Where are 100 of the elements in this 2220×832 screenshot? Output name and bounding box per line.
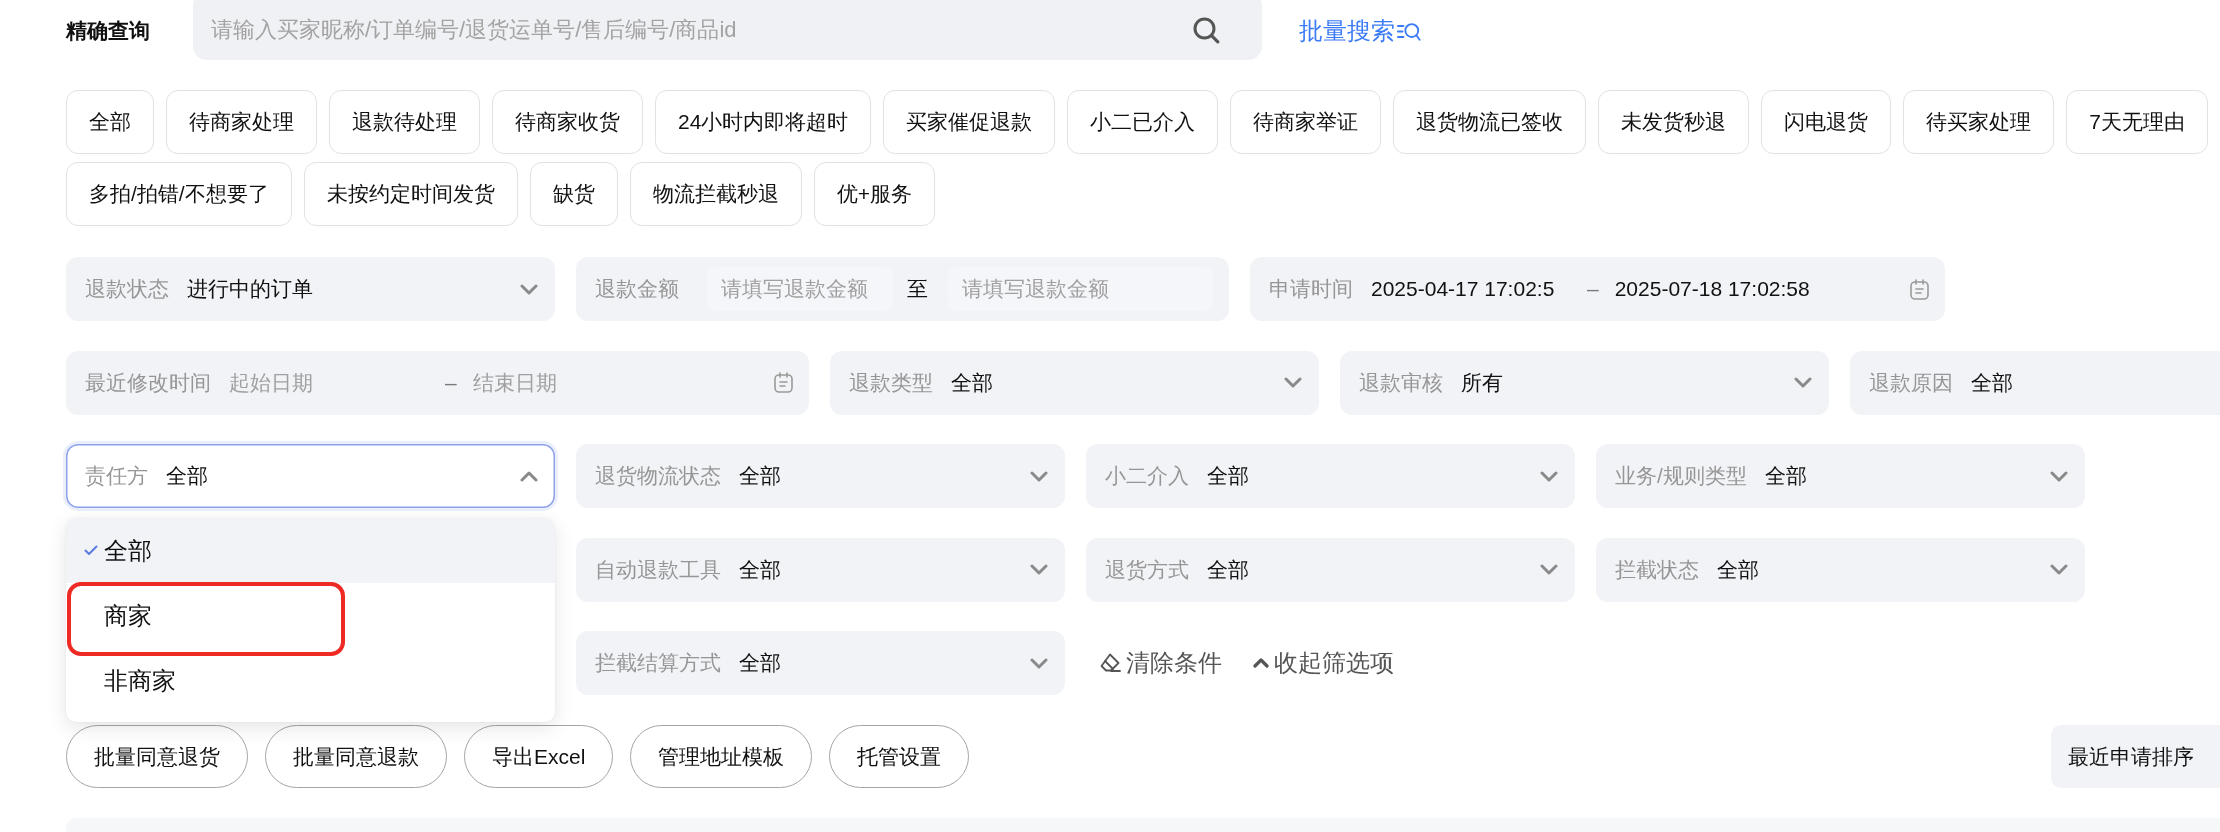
field-label: 小二介入 [1105,463,1189,489]
filter-tag[interactable]: 物流拦截秒退 [629,162,802,226]
field-label: 退款类型 [849,369,933,396]
filter-tag[interactable]: 多拍/拍错/不想要了 [66,162,292,226]
field-label: 拦截状态 [1615,556,1699,583]
field-label: 退款原因 [1869,369,1953,396]
sort-button[interactable]: 最近申请排序 [2051,725,2220,788]
filter-select[interactable]: 退货物流状态 全部 [576,444,1065,508]
select-value: 全部 [739,650,781,676]
chevron-down-icon [1030,564,1048,575]
field-label: 退款状态 [85,276,169,302]
chevron-up-icon [1253,658,1269,668]
filter-tag[interactable]: 待买家处理 [1903,90,2055,154]
collapse-filters-link[interactable]: 收起筛选项 [1253,647,1394,679]
date-input[interactable]: 2025-04-17 17:02:5 [1371,267,1571,311]
filter-tag[interactable]: 缺货 [529,162,618,226]
chevron-down-icon [1540,564,1558,575]
filter-select[interactable]: 拦截状态 全部 [1596,537,2085,602]
select-value: 全部 [739,556,781,583]
select-value: 全部 [1207,556,1249,583]
calendar-icon [1910,278,1929,300]
action-button[interactable]: 导出Excel [464,725,614,788]
chevron-up-icon [520,470,538,482]
chevron-down-icon [1030,657,1048,669]
field-label: 退货物流状态 [595,463,721,489]
field-label: 退款金额 [595,276,679,302]
dropdown-option[interactable]: 商家 [66,583,555,648]
filter-select[interactable]: 拦截结算方式 全部 [576,631,1065,695]
filter-tag[interactable]: 未按约定时间发货 [303,162,518,226]
field-label: 最近修改时间 [85,369,211,396]
date-input[interactable]: 结束日期 [472,360,766,405]
field-label: 责任方 [85,463,148,489]
filter-tag[interactable]: 买家催促退款 [883,90,1056,154]
search-field[interactable]: 请输入买家昵称/订单编号/退货运单号/售后编号/商品id [193,0,1262,60]
select-value: 所有 [1461,369,1503,396]
filter-select[interactable]: 退款原因 全部 [1850,350,2220,415]
select-value: 全部 [951,369,993,396]
select-value: 全部 [739,463,781,489]
filter-tag[interactable]: 待商家收货 [492,90,643,154]
chevron-down-icon [2050,470,2068,482]
filter-tag[interactable]: 退款待处理 [329,90,480,154]
select-value: 全部 [1971,369,2013,396]
list-search-icon [1397,20,1421,42]
dropdown-option[interactable]: 非商家 [66,648,555,713]
check-icon [84,545,98,556]
chevron-down-icon [1540,470,1558,482]
date-input[interactable]: 起始日期 [229,360,429,405]
filter-tag[interactable]: 闪电退货 [1761,90,1892,154]
field-label: 自动退款工具 [595,556,721,583]
search-input[interactable]: 请输入买家昵称/订单编号/退货运单号/售后编号/商品id [211,10,1192,50]
filter-select[interactable]: 小二介入 全部 [1086,444,1575,508]
chevron-down-icon [1284,377,1302,388]
field-label: 申请时间 [1269,276,1353,302]
filter-tag[interactable]: 未发货秒退 [1598,90,1750,154]
select-value: 全部 [166,463,208,489]
filter-tag[interactable]: 小二已介入 [1067,90,1219,154]
dropdown-option[interactable]: 全部 [66,518,555,583]
action-button[interactable]: 批量同意退款 [265,725,447,788]
select-value: 全部 [1764,463,1807,489]
range-separator: – [445,370,457,395]
range-separator: 至 [907,276,928,302]
filter-tag[interactable]: 待商家举证 [1230,90,1382,154]
filter-select[interactable]: 退款类型 全部 [830,350,1319,415]
chevron-down-icon [2050,564,2068,575]
calendar-icon [774,372,793,393]
field-label: 拦截结算方式 [595,650,721,676]
filter-select[interactable]: 自动退款工具 全部 [576,537,1065,602]
chevron-down-icon [1794,377,1812,388]
filter-tag[interactable]: 7天无理由 [2066,90,2209,154]
filter-tag[interactable]: 待商家处理 [166,90,317,154]
filter-tag[interactable]: 退货物流已签收 [1393,90,1587,154]
field-label: 退货方式 [1105,556,1189,583]
select-value: 全部 [1207,463,1249,489]
range-separator: – [1587,277,1599,301]
date-range-field[interactable]: 申请时间 2025-04-17 17:02:5 – 2025-07-18 17:02:58 [1250,257,1945,321]
filter-select[interactable]: 业务/规则类型 全部 [1596,444,2085,508]
field-label: 业务/规则类型 [1615,463,1747,489]
action-button[interactable]: 批量同意退货 [66,725,248,788]
eraser-icon [1099,653,1121,673]
action-button[interactable]: 托管设置 [829,725,970,788]
chevron-down-icon [1030,470,1048,482]
filter-select[interactable]: 退款审核 所有 [1340,350,1829,415]
clear-filters-link[interactable]: 清除条件 [1099,647,1222,679]
select-value: 进行中的订单 [187,276,313,302]
date-range-field[interactable]: 最近修改时间 起始日期 – 结束日期 [66,350,809,415]
filter-select[interactable]: 退款状态 进行中的订单 [66,257,555,321]
action-button[interactable]: 管理地址模板 [630,725,813,788]
field-label: 退款审核 [1359,369,1443,396]
filter-select[interactable]: 退货方式 全部 [1086,537,1575,602]
select-value: 全部 [1717,556,1759,583]
filter-tag[interactable]: 全部 [66,90,154,154]
filter-tag[interactable]: 24小时内即将超时 [655,90,872,154]
date-input[interactable]: 2025-07-18 17:02:58 [1614,267,1902,311]
filter-select[interactable]: 责任方 全部 [66,444,555,508]
chevron-down-icon [520,283,538,295]
filter-tag[interactable]: 优+服务 [813,162,935,226]
amount-range-field[interactable]: 退款金额 请填写退款金额 至 请填写退款金额 [576,257,1229,321]
search-label: 精确查询 [66,18,150,44]
search-icon[interactable] [1192,16,1220,44]
batch-search-link[interactable]: 批量搜索 [1299,13,1421,47]
